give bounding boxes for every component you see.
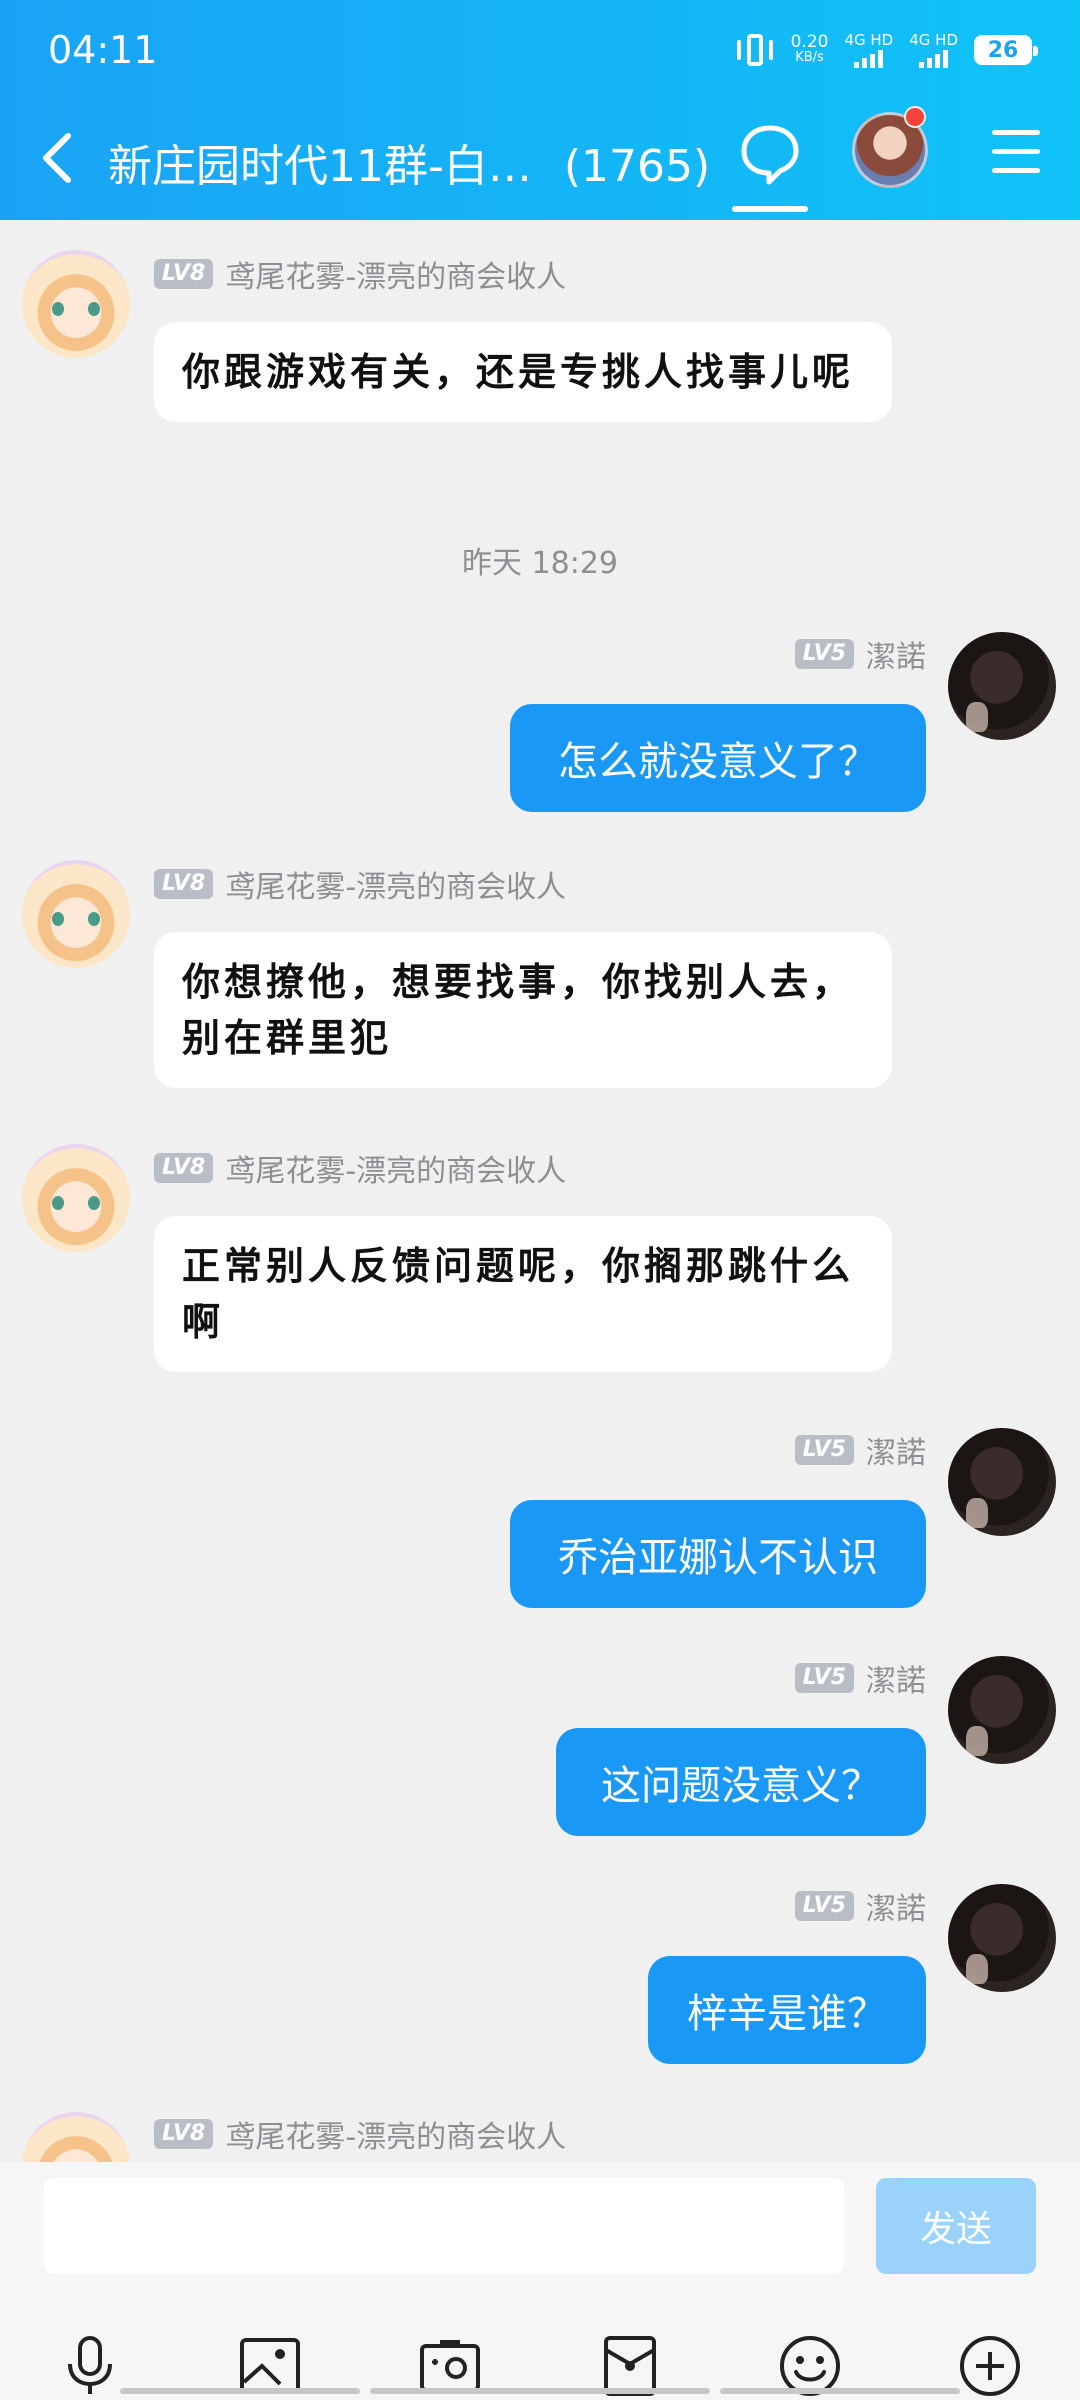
status-bar: 04:11 0.20 KB/s 4G HD 4G HD 26: [0, 0, 1080, 100]
sender-name[interactable]: 鸢尾花雾-漂亮的商会收人: [225, 862, 566, 906]
avatar[interactable]: [948, 1428, 1056, 1536]
level-badge: LV8: [154, 869, 214, 899]
sender-meta: LV5 潔諾: [794, 1656, 926, 1700]
signal-bars-icon: [919, 50, 949, 68]
top-bar: 04:11 0.20 KB/s 4G HD 4G HD 26 新庄园时代11群-…: [0, 0, 1080, 220]
sender-meta: LV8 鸢尾花雾-漂亮的商会收人: [154, 1146, 566, 1190]
nav-handle: [120, 2388, 360, 2394]
sender-meta: LV5 潔諾: [794, 632, 926, 676]
message-bubble[interactable]: 乔治亚娜认不认识: [510, 1500, 926, 1608]
sim2-label: 4G HD: [909, 31, 958, 49]
net-speed: 0.20 KB/s: [791, 34, 829, 66]
chat-tab-button[interactable]: [736, 120, 804, 188]
sender-name[interactable]: 鸢尾花雾-漂亮的商会收人: [225, 2112, 566, 2156]
mic-icon: [68, 2336, 112, 2394]
level-badge: LV8: [154, 2119, 214, 2149]
avatar[interactable]: [948, 632, 1056, 740]
net-speed-unit: KB/s: [795, 50, 824, 65]
signal-sim1: 4G HD: [844, 32, 893, 68]
avatar[interactable]: [22, 250, 130, 358]
more-button[interactable]: [956, 2332, 1024, 2400]
battery-icon: 26: [974, 35, 1038, 65]
sender-name[interactable]: 潔諾: [866, 1428, 926, 1472]
level-badge: LV8: [154, 1153, 214, 1183]
chat-bubble-icon: [741, 125, 799, 185]
avatar[interactable]: [948, 1884, 1056, 1992]
back-button[interactable]: [30, 126, 90, 190]
message-bubble[interactable]: 你跟游戏有关，还是专挑人找事儿呢: [154, 322, 892, 422]
signal-bars-icon: [854, 50, 884, 68]
sender-meta: LV5 潔諾: [794, 1884, 926, 1928]
avatar[interactable]: [948, 1656, 1056, 1764]
message-bubble[interactable]: 梓辛是谁？: [648, 1956, 926, 2064]
plus-icon: [960, 2336, 1020, 2396]
level-badge: LV5: [794, 1435, 854, 1465]
avatar[interactable]: [22, 1144, 130, 1252]
status-time: 04:11: [48, 28, 158, 72]
title-bar: 新庄园时代11群-白… (1765): [0, 106, 1080, 212]
sender-meta: LV5 潔諾: [794, 1428, 926, 1472]
sender-name[interactable]: 潔諾: [866, 1884, 926, 1928]
voice-button[interactable]: [56, 2332, 124, 2400]
send-button[interactable]: 发送: [876, 2178, 1036, 2274]
message-bubble[interactable]: 怎么就没意义了？: [510, 704, 926, 812]
timestamp: 昨天 18:29: [462, 546, 618, 581]
input-bar: 发送: [0, 2162, 1080, 2400]
sender-meta: LV8 鸢尾花雾-漂亮的商会收人: [154, 2112, 566, 2156]
message-bubble[interactable]: 这问题没意义？: [556, 1728, 926, 1836]
menu-button[interactable]: [992, 130, 1040, 174]
sender-meta: LV8 鸢尾花雾-漂亮的商会收人: [154, 252, 566, 296]
sender-name[interactable]: 潔諾: [866, 1656, 926, 1700]
signal-sim2: 4G HD: [909, 32, 958, 68]
status-icons: 0.20 KB/s 4G HD 4G HD 26: [735, 30, 1038, 70]
nav-handle: [720, 2388, 960, 2394]
page-title[interactable]: 新庄园时代11群-白… (1765): [108, 130, 710, 194]
message-bubble[interactable]: 正常别人反馈问题呢，你搁那跳什么啊: [154, 1216, 892, 1372]
active-tab-indicator: [732, 206, 808, 212]
chevron-left-icon: [43, 133, 71, 183]
level-badge: LV5: [794, 1891, 854, 1921]
member-count: (1765): [563, 141, 711, 192]
sender-name[interactable]: 鸢尾花雾-漂亮的商会收人: [225, 252, 566, 296]
group-name: 新庄园时代11群-白…: [108, 141, 532, 192]
sender-name[interactable]: 鸢尾花雾-漂亮的商会收人: [225, 1146, 566, 1190]
sender-meta: LV8 鸢尾花雾-漂亮的商会收人: [154, 862, 566, 906]
vibrate-icon: [735, 30, 775, 70]
message-bubble[interactable]: 你想撩他，想要找事，你找别人去，别在群里犯: [154, 932, 892, 1088]
avatar[interactable]: [22, 860, 130, 968]
sim1-label: 4G HD: [844, 31, 894, 49]
nav-handle: [370, 2388, 710, 2394]
toolbar: [0, 2332, 1080, 2396]
level-badge: LV5: [794, 639, 854, 669]
notification-dot: [904, 106, 926, 128]
message-input[interactable]: [44, 2178, 844, 2274]
sender-name[interactable]: 潔諾: [866, 632, 926, 676]
net-speed-value: 0.20: [790, 32, 829, 52]
level-badge: LV5: [794, 1663, 854, 1693]
hamburger-icon: [992, 130, 1040, 173]
level-badge: LV8: [154, 259, 214, 289]
